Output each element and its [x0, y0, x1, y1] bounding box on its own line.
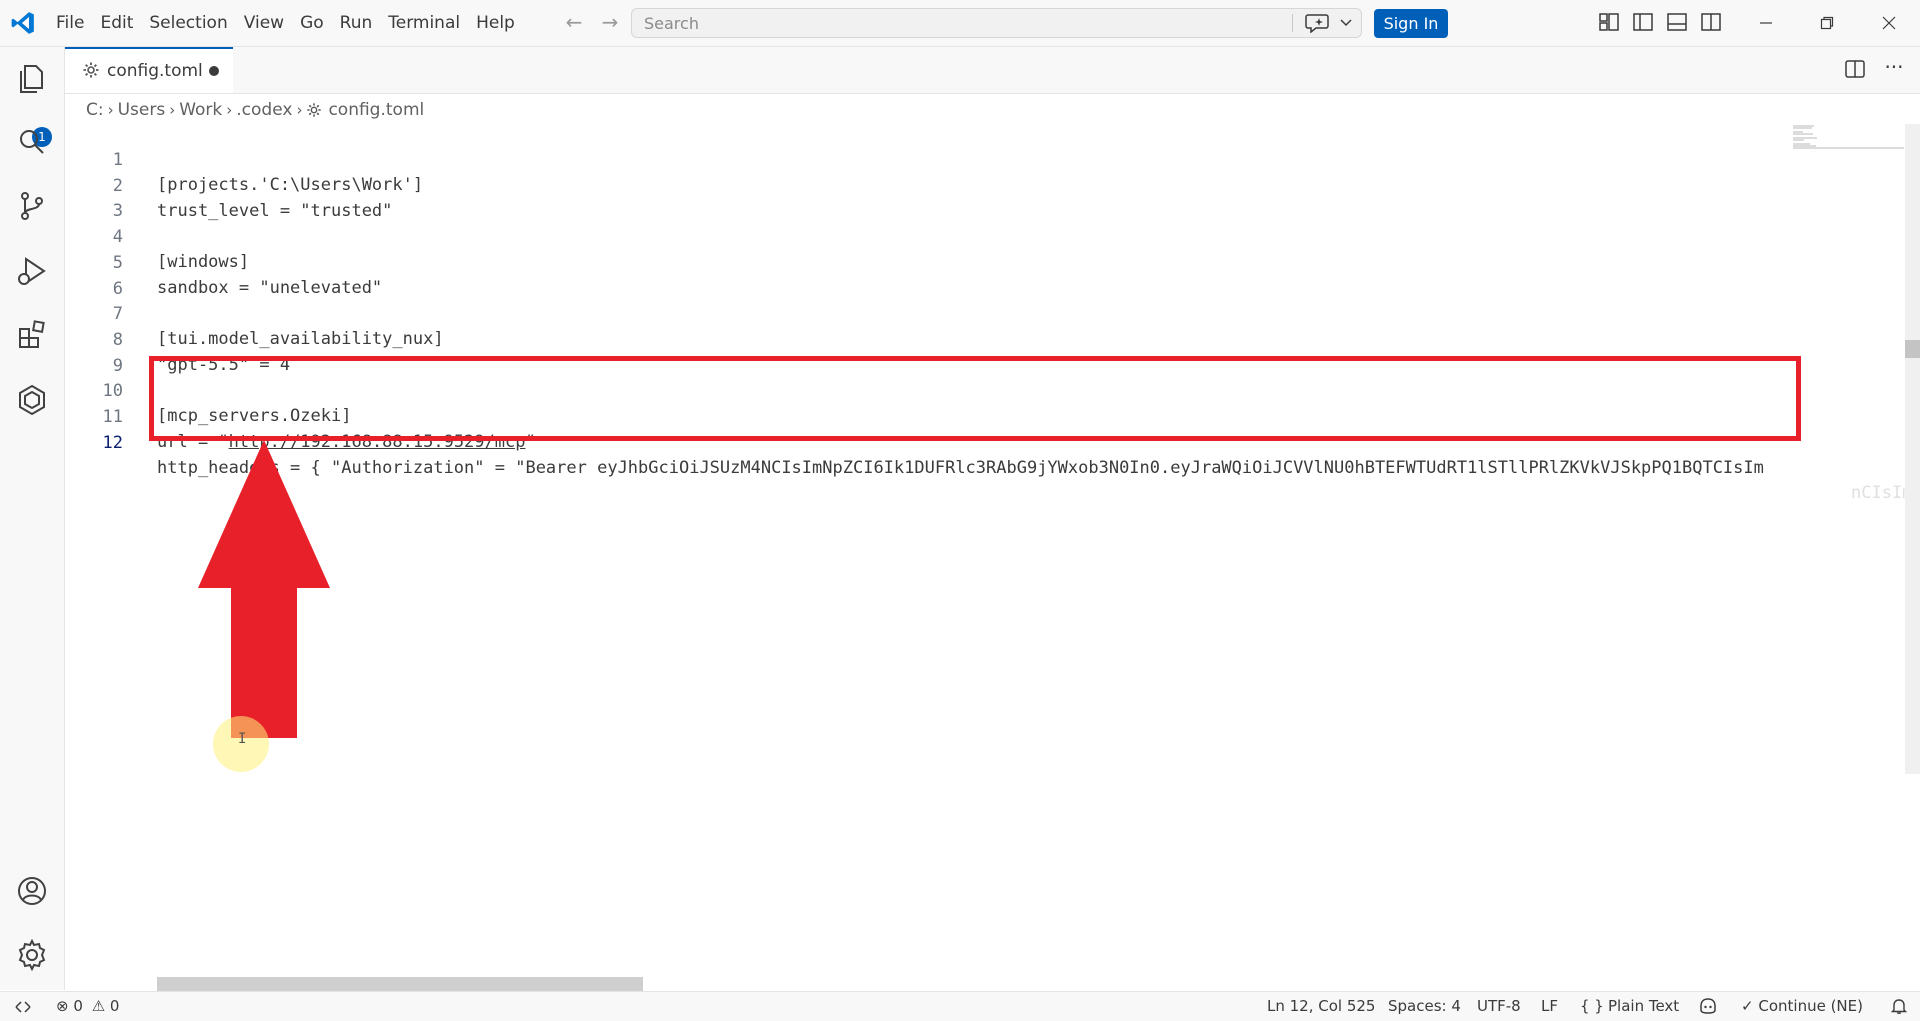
- menu-terminal[interactable]: Terminal: [380, 0, 468, 46]
- close-window-button[interactable]: [1861, 0, 1917, 46]
- extensions-icon[interactable]: [14, 317, 50, 353]
- minimap[interactable]: [1776, 124, 1906, 164]
- cursor-position[interactable]: Ln 12, Col 525: [1267, 997, 1375, 1015]
- code-line: 8 "gpt-5.5" = 4: [65, 303, 1865, 375]
- copilot-icon[interactable]: [1698, 996, 1718, 1016]
- code-line: 1 [projects.'C:\Users\Work']: [65, 123, 1865, 195]
- chevron-right-icon: ›: [296, 101, 303, 119]
- line-number: 12: [102, 432, 123, 453]
- search-icon[interactable]: [14, 124, 50, 160]
- minimize-icon: [1760, 22, 1772, 24]
- settings-gear-icon[interactable]: [14, 937, 50, 973]
- forward-arrow-icon[interactable]: →: [598, 10, 622, 34]
- breadcrumb-item-drive[interactable]: C:: [86, 100, 104, 120]
- code-line: 7 [tui.model_availability_nux]: [65, 277, 1865, 349]
- menu-file[interactable]: File: [48, 0, 92, 46]
- tab-config-toml[interactable]: config.toml: [65, 47, 233, 93]
- line-text: http_headers = { "Authorization" = "Bear…: [157, 457, 1764, 478]
- search-placeholder: Search: [644, 14, 699, 33]
- run-and-debug-icon[interactable]: [14, 253, 50, 289]
- highlight-box: [149, 356, 1801, 441]
- code-line: 2 trust_level = "trusted": [65, 149, 1865, 221]
- error-count: 0: [73, 997, 83, 1015]
- navigation-arrows: ← →: [562, 10, 622, 34]
- check-icon: ✓: [1741, 997, 1754, 1015]
- layout-controls: [1598, 11, 1722, 33]
- toggle-panel-icon[interactable]: [1666, 11, 1688, 33]
- continue-status[interactable]: ✓ Continue (NE): [1741, 997, 1863, 1015]
- remote-indicator-icon[interactable]: [14, 998, 32, 1016]
- command-center-search[interactable]: Search: [631, 8, 1362, 38]
- text-cursor-icon: I: [238, 731, 247, 747]
- close-icon: [1882, 16, 1896, 30]
- source-control-icon[interactable]: [14, 188, 50, 224]
- bell-icon[interactable]: [1890, 997, 1908, 1015]
- status-bar: ⊗ 0 ⚠ 0 Ln 12, Col 525 Spaces: 4 UTF-8 L…: [0, 991, 1920, 1021]
- more-actions-icon[interactable]: ···: [1883, 57, 1905, 80]
- braces-icon: { }: [1580, 997, 1604, 1015]
- menu-selection[interactable]: Selection: [141, 0, 235, 46]
- code-line: 5 sandbox = "unelevated": [65, 226, 1865, 298]
- menu-view[interactable]: View: [236, 0, 292, 46]
- indentation[interactable]: Spaces: 4: [1388, 997, 1461, 1015]
- explorer-icon[interactable]: [14, 61, 50, 97]
- breadcrumb-item-file[interactable]: config.toml: [328, 100, 424, 120]
- settings-file-icon: [83, 62, 99, 78]
- code-line: 9: [65, 329, 1865, 376]
- customize-layout-icon[interactable]: [1598, 11, 1620, 33]
- chat-icon[interactable]: [1304, 13, 1330, 33]
- accounts-icon[interactable]: [14, 873, 50, 909]
- activity-bar: 1: [0, 47, 65, 990]
- title-bar: File Edit Selection View Go Run Terminal…: [0, 0, 1920, 47]
- chevron-right-icon: ›: [107, 101, 114, 119]
- unsaved-dot-icon[interactable]: [209, 66, 219, 76]
- error-icon: ⊗: [56, 997, 69, 1015]
- back-arrow-icon[interactable]: ←: [562, 10, 586, 34]
- end-of-line[interactable]: LF: [1541, 997, 1558, 1015]
- chevron-right-icon: ›: [169, 101, 176, 119]
- warning-count: 0: [109, 997, 120, 1015]
- sign-in-button[interactable]: Sign In: [1374, 9, 1448, 38]
- minimize-button[interactable]: [1738, 0, 1794, 46]
- remote-explorer-icon[interactable]: [14, 382, 50, 418]
- vscode-logo-icon: [11, 12, 34, 34]
- breadcrumb: C: › Users › Work › .codex › config.toml: [86, 98, 424, 122]
- vertical-scrollbar-thumb[interactable]: [1905, 340, 1920, 358]
- code-line: 6: [65, 252, 1865, 299]
- menu-help[interactable]: Help: [468, 0, 523, 46]
- restore-icon: [1820, 16, 1834, 30]
- menu-run[interactable]: Run: [332, 0, 381, 46]
- code-editor[interactable]: 1 [projects.'C:\Users\Work'] 2 trust_lev…: [65, 123, 1920, 985]
- tab-label: config.toml: [107, 61, 203, 81]
- editor-tab-bar: config.toml ···: [65, 47, 1920, 94]
- menu-edit[interactable]: Edit: [92, 0, 141, 46]
- language-mode[interactable]: Plain Text: [1608, 997, 1679, 1015]
- toggle-primary-sidebar-icon[interactable]: [1632, 11, 1654, 33]
- search-divider: [1292, 14, 1293, 32]
- chevron-down-icon[interactable]: [1339, 14, 1353, 30]
- breadcrumb-item-codex[interactable]: .codex: [236, 100, 292, 120]
- breadcrumb-item-users[interactable]: Users: [118, 100, 166, 120]
- code-line: 4 [windows]: [65, 200, 1865, 272]
- menu-go[interactable]: Go: [292, 0, 332, 46]
- warning-icon: ⚠: [91, 997, 106, 1015]
- vertical-scrollbar[interactable]: [1905, 124, 1920, 774]
- chevron-right-icon: ›: [226, 101, 233, 119]
- settings-file-icon: [307, 103, 322, 117]
- breadcrumb-item-work[interactable]: Work: [179, 100, 222, 120]
- split-editor-icon[interactable]: [1844, 58, 1866, 80]
- restore-button[interactable]: [1799, 0, 1855, 46]
- encoding[interactable]: UTF-8: [1477, 997, 1521, 1015]
- arrow-up-icon: [198, 440, 330, 738]
- problems-indicator[interactable]: ⊗ 0 ⚠ 0: [56, 997, 119, 1015]
- toggle-secondary-sidebar-icon[interactable]: [1700, 11, 1722, 33]
- code-line: 3: [65, 174, 1865, 221]
- menu-bar: File Edit Selection View Go Run Terminal…: [48, 0, 523, 46]
- continue-label: Continue (NE): [1758, 997, 1863, 1015]
- horizontal-scrollbar-thumb[interactable]: [157, 977, 643, 991]
